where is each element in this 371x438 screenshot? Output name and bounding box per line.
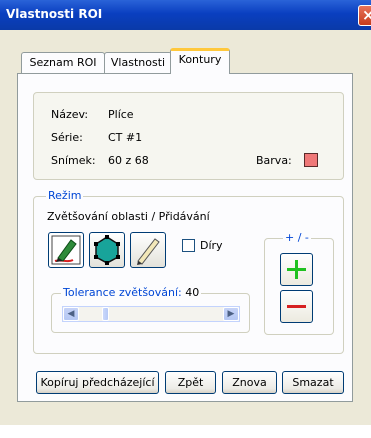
slider-left-arrow-icon[interactable]: ◀ [63,307,79,321]
copy-previous-button[interactable]: Kopíruj předcházející [36,371,159,394]
series-label: Série: [51,131,83,144]
title-bar[interactable]: Vlastnosti ROI × [0,0,371,30]
marker-tool-icon [51,235,81,265]
tolerance-value: 40 [185,286,200,299]
name-label: Název: [51,108,89,121]
add-button[interactable] [280,253,313,286]
slider-thumb[interactable] [102,307,109,321]
tab-vlastnosti[interactable]: Vlastnosti [104,52,172,73]
undo-button[interactable]: Zpět [165,371,216,394]
plus-icon [287,260,306,279]
holes-checkbox[interactable] [182,239,195,252]
series-value: CT #1 [108,131,143,144]
image-label: Snímek: [51,154,96,167]
polygon-tool-button[interactable] [89,232,125,268]
plus-minus-legend: + / - [283,231,311,244]
slider-right-arrow-icon[interactable]: ▶ [223,307,239,321]
close-button[interactable]: × [358,5,371,26]
remove-button[interactable] [280,290,313,323]
roi-properties-window: Vlastnosti ROI × Seznam ROI Vlastnosti K… [0,0,371,438]
color-label: Barva: [256,154,292,167]
dialog-bottom-strip [0,425,371,438]
tab-seznam-roi[interactable]: Seznam ROI [21,52,105,73]
pencil-tool-icon [137,238,160,265]
mode-description: Zvětšování oblasti / Přidávání [47,210,210,223]
tolerance-slider[interactable]: ◀ ▶ [62,306,240,322]
delete-button[interactable]: Smazat [282,371,344,394]
image-value: 60 z 68 [108,154,149,167]
tab-kontury[interactable]: Kontury [170,48,230,74]
close-icon: × [362,6,371,24]
tolerance-legend: Tolerance zvětšování: 40 [61,286,202,299]
name-value: Plíce [108,108,134,121]
mode-legend: Režim [46,189,84,202]
pencil-tool-button[interactable] [130,232,166,268]
window-title: Vlastnosti ROI [6,7,103,21]
holes-label: Díry [200,239,223,252]
marker-tool-button[interactable] [48,232,84,268]
minus-icon [287,305,306,308]
tolerance-label: Tolerance zvětšování: [63,286,182,299]
redo-button[interactable]: Znova [222,371,277,394]
color-swatch[interactable] [304,153,318,167]
polygon-tool-icon [94,235,120,265]
